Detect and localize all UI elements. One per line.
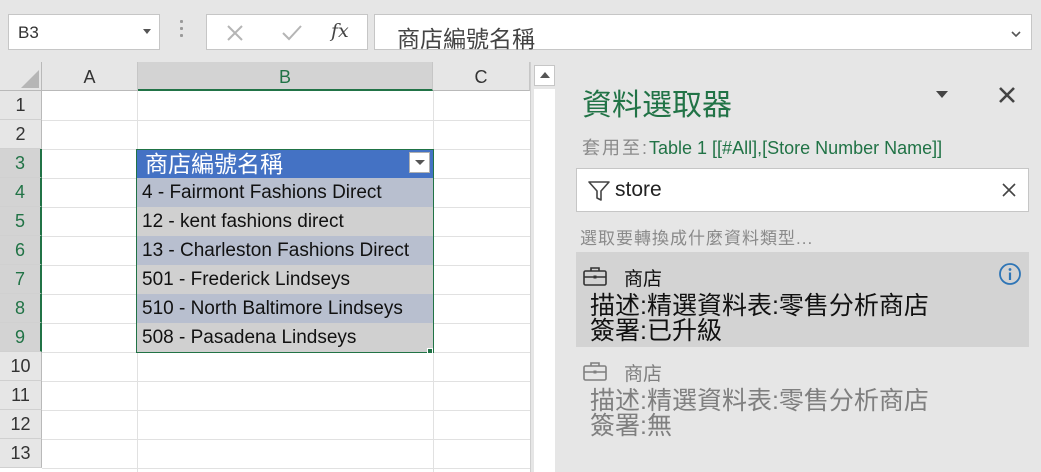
- clear-search-icon[interactable]: [1001, 182, 1017, 198]
- formula-buttons: fx: [206, 14, 368, 50]
- row-header-4[interactable]: 4: [0, 178, 42, 207]
- briefcase-icon: [583, 362, 607, 381]
- result-item-store-upgraded[interactable]: 商店 描述:精選資料表:零售分析商店 簽署:已升級: [576, 252, 1029, 347]
- table-row[interactable]: 501 - Frederick Lindseys: [137, 265, 433, 294]
- result-item-store-none[interactable]: 商店 描述:精選資料表:零售分析商店 簽署:無: [576, 347, 1029, 442]
- info-icon[interactable]: [998, 262, 1022, 286]
- selection-hint: 選取要轉換成什麼資料類型...: [580, 229, 814, 248]
- table-row[interactable]: 4 - Fairmont Fashions Direct: [137, 178, 433, 207]
- row-header-5[interactable]: 5: [0, 207, 42, 236]
- result-status: 簽署:無: [590, 412, 672, 440]
- vertical-scrollbar[interactable]: [530, 62, 558, 472]
- insert-function-button[interactable]: fx: [331, 20, 349, 42]
- table-row[interactable]: 12 - kent fashions direct: [137, 207, 433, 236]
- filter-dropdown-icon[interactable]: [409, 152, 430, 173]
- search-input[interactable]: [615, 175, 985, 205]
- data-selector-pane: 資料選取器 套用至:Table 1 [[#All],[Store Number …: [558, 62, 1041, 472]
- search-box[interactable]: [576, 168, 1029, 212]
- row-header-12[interactable]: 12: [0, 410, 42, 439]
- row-header-3[interactable]: 3: [0, 149, 42, 178]
- apply-to-text: 套用至:Table 1 [[#All],[Store Number Name]]: [582, 134, 942, 160]
- column-header-a[interactable]: A: [42, 62, 138, 91]
- cancel-icon: [227, 25, 243, 41]
- formula-bar-grip-icon[interactable]: [178, 20, 184, 42]
- name-box-dropdown-icon[interactable]: [143, 29, 151, 34]
- enter-formula-button[interactable]: [273, 19, 309, 47]
- apply-to-target: Table 1 [[#All],[Store Number Name]]: [649, 138, 943, 158]
- worksheet-grid[interactable]: A B C 1 2 3 4 5 6 7 8 9 10 11 12 13 商店編號…: [0, 62, 530, 472]
- table-row[interactable]: 510 - North Baltimore Lindseys: [137, 294, 433, 323]
- row-header-8[interactable]: 8: [0, 294, 42, 323]
- pane-title: 資料選取器: [582, 89, 732, 122]
- checkmark-icon: [282, 25, 302, 41]
- expand-formula-icon[interactable]: [1011, 29, 1021, 39]
- filter-icon: [588, 181, 610, 201]
- result-name: 商店: [624, 364, 663, 385]
- table-row[interactable]: 508 - Pasadena Lindseys: [137, 323, 433, 352]
- column-header-b[interactable]: B: [138, 62, 433, 91]
- close-pane-icon[interactable]: [996, 84, 1018, 106]
- row-header-9[interactable]: 9: [0, 323, 42, 352]
- row-header-13[interactable]: 13: [0, 439, 42, 468]
- result-description: 描述:精選資料表:零售分析商店: [590, 387, 929, 415]
- scroll-up-button[interactable]: [534, 65, 555, 86]
- select-all-corner[interactable]: [0, 62, 42, 91]
- formula-bar: B3 fx 商店編號名稱: [0, 0, 1041, 62]
- row-header-7[interactable]: 7: [0, 265, 42, 294]
- formula-value: 商店編號名稱: [397, 26, 535, 52]
- scroll-track[interactable]: [534, 89, 555, 472]
- row-header-10[interactable]: 10: [0, 352, 42, 381]
- row-header-6[interactable]: 6: [0, 236, 42, 265]
- pane-options-icon[interactable]: [936, 91, 948, 98]
- apply-to-label: 套用至:: [582, 138, 650, 158]
- result-description: 描述:精選資料表:零售分析商店: [590, 292, 929, 320]
- name-box[interactable]: B3: [8, 14, 160, 50]
- result-status: 簽署:已升級: [590, 317, 722, 345]
- cancel-formula-button[interactable]: [217, 19, 253, 47]
- result-name: 商店: [624, 269, 663, 290]
- row-header-2[interactable]: 2: [0, 120, 42, 149]
- row-header-11[interactable]: 11: [0, 381, 42, 410]
- formula-input[interactable]: 商店編號名稱: [374, 14, 1032, 52]
- table-header-cell[interactable]: 商店編號名稱: [137, 149, 433, 178]
- table-header-text: 商店編號名稱: [145, 151, 283, 177]
- column-header-c[interactable]: C: [433, 62, 530, 91]
- briefcase-icon: [583, 267, 607, 286]
- name-box-value: B3: [18, 23, 39, 42]
- table-row[interactable]: 13 - Charleston Fashions Direct: [137, 236, 433, 265]
- row-header-1[interactable]: 1: [0, 91, 42, 120]
- fill-handle[interactable]: [427, 348, 433, 354]
